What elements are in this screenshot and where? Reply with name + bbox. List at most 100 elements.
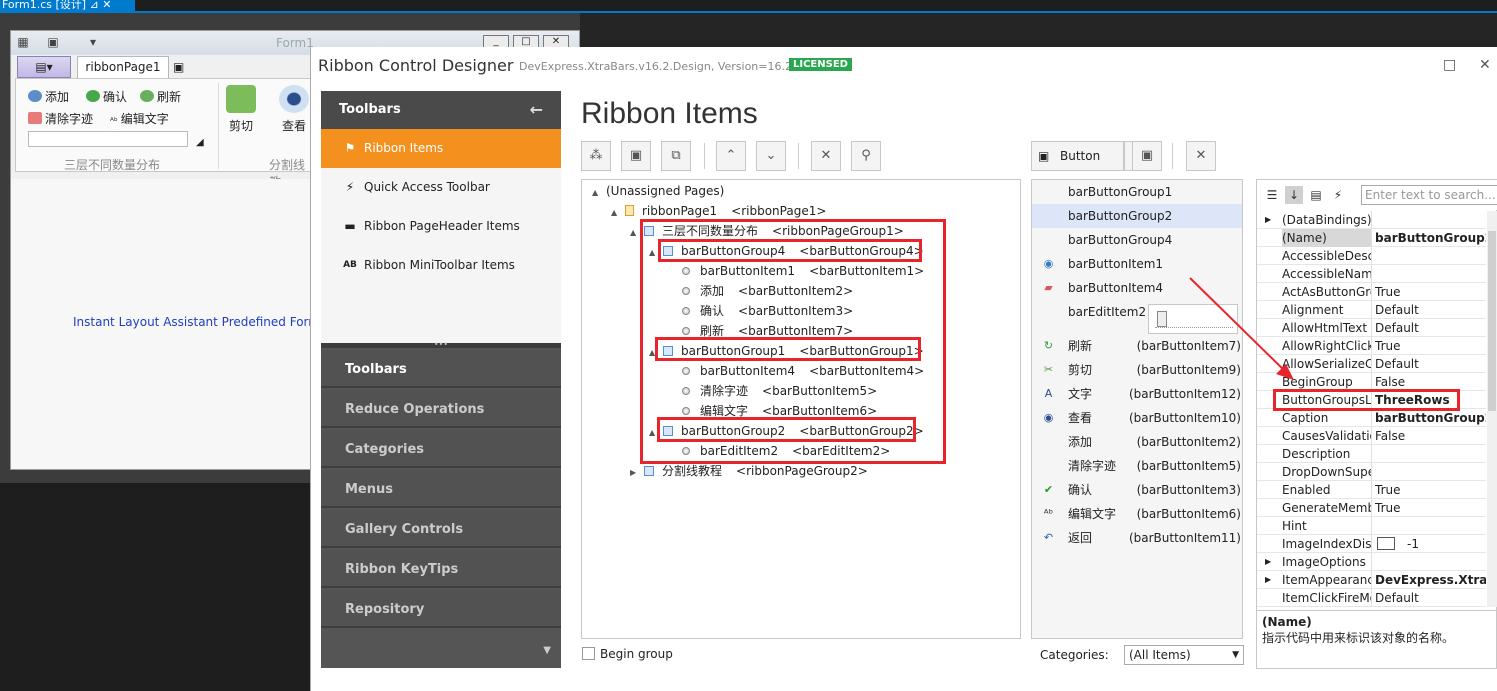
add-page-button[interactable]: ⁂: [581, 141, 611, 171]
customize-qat-icon[interactable]: ▾: [85, 35, 101, 49]
property-value[interactable]: barButtonGroup2: [1375, 229, 1486, 247]
expand-icon[interactable]: ▶: [1265, 553, 1271, 571]
property-value[interactable]: Default: [1375, 589, 1486, 607]
remove-item-button[interactable]: ✕: [1186, 141, 1216, 171]
ribbon-item-view[interactable]: 查看: [274, 85, 314, 134]
property-value[interactable]: False: [1375, 427, 1486, 445]
property-search-input[interactable]: Enter text to search...: [1361, 185, 1497, 205]
trackbar-thumb[interactable]: [1157, 311, 1167, 327]
move-down-button[interactable]: ⌄: [756, 141, 786, 171]
property-value[interactable]: -1: [1375, 535, 1486, 553]
category-categories[interactable]: Categories: [321, 430, 561, 468]
tree-row-id: <ribbonPageGroup2>: [736, 464, 868, 478]
ribbon-item-refresh[interactable]: 刷新: [140, 88, 181, 105]
property-name: (Name): [1282, 229, 1371, 247]
ribbon-trackbar[interactable]: [28, 131, 188, 147]
categorized-icon[interactable]: ☰: [1263, 186, 1281, 204]
expand-icon[interactable]: ▶: [1265, 211, 1271, 229]
search-button[interactable]: ⚲: [851, 141, 881, 171]
category-toolbars[interactable]: Toolbars: [321, 350, 561, 388]
category-ribbon-keytips[interactable]: Ribbon KeyTips: [321, 550, 561, 588]
back-arrow-icon[interactable]: ←: [530, 100, 543, 119]
categories-select[interactable]: (All Items) ▼: [1124, 645, 1244, 665]
property-value[interactable]: True: [1375, 337, 1486, 355]
list-item[interactable]: barButtonGroup1: [1032, 180, 1242, 204]
tree-row[interactable]: ▲ (Unassigned Pages): [592, 181, 738, 201]
begin-group-checkbox[interactable]: [582, 647, 595, 660]
scrollbar-thumb[interactable]: [1488, 231, 1496, 411]
collapse-icon[interactable]: ▲: [611, 203, 625, 223]
ribbon-item-confirm[interactable]: 确认: [86, 88, 127, 105]
list-item[interactable]: ✔ 确认 (barButtonItem3): [1032, 478, 1242, 502]
expand-icon[interactable]: ▶: [630, 463, 644, 483]
app-menu-icon[interactable]: ▦: [15, 35, 31, 49]
nav-item-ribbon-items[interactable]: ⚑ Ribbon Items: [321, 129, 561, 168]
category-menus[interactable]: Menus: [321, 470, 561, 508]
item-type-dropdown[interactable]: ▣ Button: [1031, 141, 1124, 171]
category-reduce-operations[interactable]: Reduce Operations: [321, 390, 561, 428]
list-item[interactable]: ◉ 查看 (barButtonItem10): [1032, 406, 1242, 430]
category-gallery-controls[interactable]: Gallery Controls: [321, 510, 561, 548]
ribbon-item-add[interactable]: 添加: [28, 88, 69, 105]
add-page-icon[interactable]: ▣: [173, 56, 193, 78]
annotation-box-buttongroup4: [658, 239, 922, 262]
property-name: (DataBindings): [1282, 213, 1371, 227]
alphabetical-icon[interactable]: ↓: [1285, 186, 1303, 204]
list-item[interactable]: barButtonGroup2: [1032, 204, 1242, 228]
ribbon-item-cut[interactable]: 剪切: [221, 85, 261, 134]
nav-item-label: Ribbon Items: [364, 141, 444, 155]
events-icon[interactable]: ⚡: [1329, 186, 1347, 204]
add-item-button[interactable]: ⧉: [661, 141, 691, 171]
property-value[interactable]: Default: [1375, 355, 1486, 373]
property-value[interactable]: True: [1375, 499, 1486, 517]
category-repository[interactable]: Repository: [321, 590, 561, 628]
property-value[interactable]: barButtonGroup2: [1375, 409, 1486, 427]
maximize-button[interactable]: □: [1443, 57, 1456, 73]
property-scrollbar[interactable]: [1487, 211, 1497, 607]
close-button[interactable]: ✕: [1479, 57, 1491, 73]
tab-ribbonpage1[interactable]: ribbonPage1: [77, 56, 169, 78]
property-name: Enabled: [1282, 483, 1331, 497]
ribbon-item-edit-text[interactable]: ᴬᵇ 编辑文字: [110, 110, 169, 129]
chevron-down-icon[interactable]: ▼: [543, 645, 551, 656]
property-name: ItemAppearance: [1282, 573, 1371, 587]
layout-assistant-link[interactable]: Instant Layout Assistant Predefined Form…: [73, 315, 331, 329]
group-launcher-icon[interactable]: ◢: [196, 137, 204, 148]
list-item[interactable]: 添加 (barButtonItem2): [1032, 430, 1242, 454]
list-item[interactable]: barButtonGroup4: [1032, 228, 1242, 252]
delete-button[interactable]: ✕: [811, 141, 841, 171]
nav-item-minitoolbar-items[interactable]: AB Ribbon MiniToolbar Items: [321, 246, 561, 285]
nav-item-label: Ribbon PageHeader Items: [364, 219, 520, 233]
description-text: 指示代码中用来标识该对象的名称。: [1262, 631, 1455, 645]
designer-version: DevExpress.XtraBars.v16.2.Design, Versio…: [519, 60, 813, 73]
property-grid-toolbar: ☰ ↓ ▤ ⚡ Enter text to search...: [1257, 180, 1497, 210]
property-value[interactable]: DevExpress.XtraBa: [1375, 571, 1486, 589]
tree-row[interactable]: ▶ 分割线教程 <ribbonPageGroup2>: [630, 461, 868, 481]
flag-icon: ⚑: [344, 141, 356, 155]
property-value[interactable]: True: [1375, 283, 1486, 301]
nav-item-quick-access-toolbar[interactable]: ⚡ Quick Access Toolbar: [321, 168, 561, 207]
list-item[interactable]: 清除字迹 (barButtonItem5): [1032, 454, 1242, 478]
annotation-box-buttongroup2: [657, 417, 916, 442]
property-pages-icon[interactable]: ▤: [1307, 186, 1325, 204]
list-item[interactable]: ↶ 返回 (barButtonItem11): [1032, 526, 1242, 550]
edit-text-icon: ᴬᵇ: [110, 117, 118, 129]
application-button[interactable]: ▤▾: [17, 56, 71, 78]
list-item-name: barButtonGroup1: [1068, 185, 1173, 199]
property-value[interactable]: True: [1375, 481, 1486, 499]
page-icon: [625, 205, 634, 216]
expand-icon[interactable]: ▶: [1265, 571, 1271, 589]
collapse-icon[interactable]: ▲: [592, 183, 606, 203]
property-value[interactable]: Default: [1375, 319, 1486, 337]
list-item[interactable]: ᴬᵇ 编辑文字 (barButtonItem6): [1032, 502, 1242, 526]
add-toolbar-icon[interactable]: ▣: [45, 35, 61, 49]
add-group-button[interactable]: ▣: [621, 141, 651, 171]
move-up-button[interactable]: ⌃: [716, 141, 746, 171]
property-value[interactable]: Default: [1375, 301, 1486, 319]
nav-item-pageheader-items[interactable]: ▬ Ribbon PageHeader Items: [321, 207, 561, 246]
add-to-group-button[interactable]: ▣: [1132, 141, 1162, 171]
ribbon-item-clear[interactable]: 清除字迹: [28, 110, 93, 127]
tree-row[interactable]: ▲ ribbonPage1 <ribbonPage1>: [611, 201, 826, 221]
group-icon: [644, 466, 654, 476]
list-item-name: barButtonItem1: [1068, 257, 1164, 271]
